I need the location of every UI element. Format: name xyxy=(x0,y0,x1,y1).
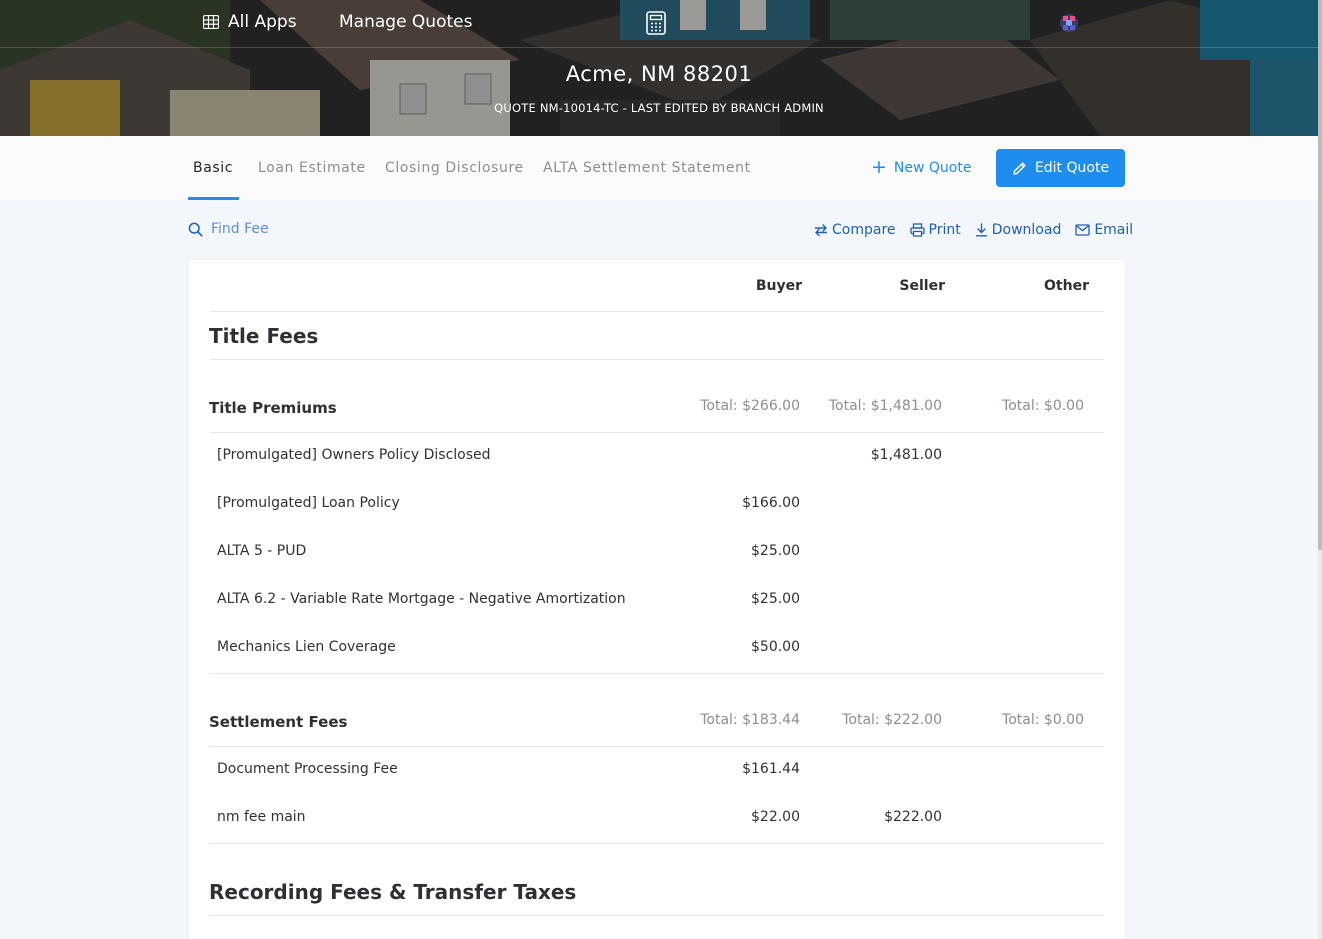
divider xyxy=(209,915,1104,916)
quote-tabs-bar: Basic Loan Estimate Closing Disclosure A… xyxy=(0,136,1318,200)
divider xyxy=(209,432,1104,433)
manage-quotes-link[interactable]: Manage Quotes xyxy=(339,12,472,32)
edit-quote-label: Edit Quote xyxy=(1034,160,1110,176)
tab-basic[interactable]: Basic xyxy=(193,160,233,176)
printer-icon xyxy=(909,223,925,237)
divider xyxy=(209,359,1104,360)
fee-label: [Promulgated] Owners Policy Disclosed xyxy=(217,447,491,463)
fee-buyer-amount: $25.00 xyxy=(751,543,800,559)
download-button[interactable]: Download xyxy=(975,222,1062,238)
section-title-fees: Title Fees xyxy=(209,324,319,348)
divider xyxy=(209,311,1104,312)
fee-buyer-amount: $25.00 xyxy=(751,591,800,607)
new-quote-button[interactable]: + New Quote xyxy=(871,158,971,177)
edit-quote-button[interactable]: Edit Quote xyxy=(996,149,1125,187)
fees-card: Buyer Seller Other Title Fees Title Prem… xyxy=(189,260,1125,939)
fee-buyer-amount: $22.00 xyxy=(751,809,800,825)
quote-subtitle: QUOTE NM-10014-TC - LAST EDITED BY BRANC… xyxy=(494,101,824,115)
top-navigation: All Apps Manage Quotes xyxy=(0,0,1318,48)
hero-banner: All Apps Manage Quotes Acme, NM 88201 QU… xyxy=(0,0,1318,136)
find-fee-label: Find Fee xyxy=(211,221,269,237)
active-tab-indicator xyxy=(188,197,239,200)
column-header-buyer: Buyer xyxy=(755,278,802,294)
all-apps-link[interactable]: All Apps xyxy=(203,12,297,32)
fee-buyer-amount: $50.00 xyxy=(751,639,800,655)
quote-location-title: Acme, NM 88201 xyxy=(565,62,753,86)
swap-arrows-icon xyxy=(814,224,828,237)
pencil-icon xyxy=(1013,161,1026,175)
fee-buyer-amount: $161.44 xyxy=(742,761,800,777)
total-seller: Total: $222.00 xyxy=(842,712,942,728)
divider xyxy=(209,843,1104,844)
email-label: Email xyxy=(1094,222,1134,238)
user-avatar-icon[interactable] xyxy=(1059,13,1079,33)
fee-label: nm fee main xyxy=(217,809,306,825)
total-other: Total: $0.00 xyxy=(1002,712,1084,728)
grid-icon xyxy=(203,15,219,29)
fee-seller-amount: $222.00 xyxy=(884,809,942,825)
total-other: Total: $0.00 xyxy=(1002,398,1084,414)
download-icon xyxy=(975,223,987,237)
quote-tools: Compare Print Download Email xyxy=(814,222,1133,238)
column-header-other: Other xyxy=(1044,278,1089,294)
tab-loan-estimate[interactable]: Loan Estimate xyxy=(258,160,366,176)
column-header-seller: Seller xyxy=(899,278,945,294)
tab-alta-settlement-statement[interactable]: ALTA Settlement Statement xyxy=(543,160,751,176)
fee-buyer-amount: $166.00 xyxy=(742,495,800,511)
tab-closing-disclosure[interactable]: Closing Disclosure xyxy=(385,160,524,176)
email-button[interactable]: Email xyxy=(1075,222,1133,238)
total-seller: Total: $1,481.00 xyxy=(828,398,942,414)
page-scrollbar-thumb[interactable] xyxy=(1318,0,1322,550)
print-button[interactable]: Print xyxy=(909,222,961,238)
new-quote-label: New Quote xyxy=(893,159,972,176)
compare-button[interactable]: Compare xyxy=(814,222,896,238)
calculator-icon[interactable] xyxy=(646,11,666,35)
section-title-recording: Recording Fees & Transfer Taxes xyxy=(209,880,577,904)
group-title-premiums: Title Premiums xyxy=(209,399,337,417)
divider xyxy=(209,673,1104,674)
divider xyxy=(209,746,1104,747)
all-apps-label: All Apps xyxy=(228,12,297,32)
fee-seller-amount: $1,481.00 xyxy=(870,447,942,463)
plus-icon: + xyxy=(871,156,887,178)
group-title-settlement: Settlement Fees xyxy=(209,713,348,731)
download-label: Download xyxy=(991,222,1062,238)
fee-label: Mechanics Lien Coverage xyxy=(217,639,396,655)
total-buyer: Total: $266.00 xyxy=(700,398,800,414)
envelope-icon xyxy=(1075,224,1090,236)
fee-label: ALTA 5 - PUD xyxy=(217,543,307,559)
search-icon xyxy=(188,222,203,237)
find-fee-button[interactable]: Find Fee xyxy=(188,221,269,237)
compare-label: Compare xyxy=(832,222,896,238)
print-label: Print xyxy=(928,222,961,238)
fee-label: [Promulgated] Loan Policy xyxy=(217,495,400,511)
total-buyer: Total: $183.44 xyxy=(700,712,800,728)
fee-label: Document Processing Fee xyxy=(217,761,398,777)
fee-label: ALTA 6.2 - Variable Rate Mortgage - Nega… xyxy=(217,591,626,607)
